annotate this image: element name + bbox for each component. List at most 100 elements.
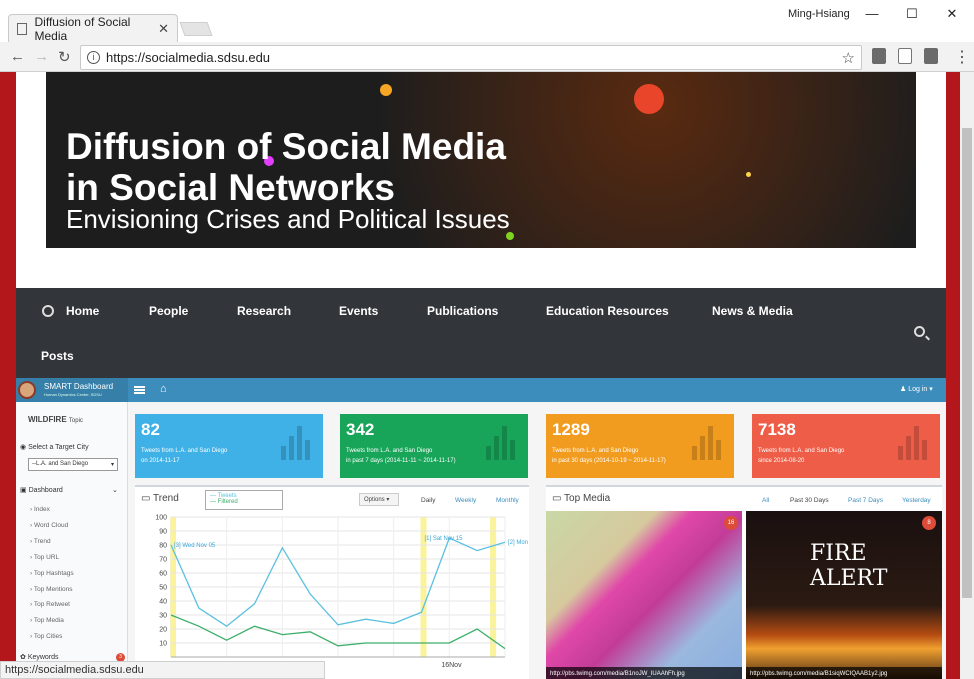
browser-tab[interactable]: Diffusion of Social Media ✕ — [8, 14, 178, 43]
trend-title: ▭ Trend — [141, 493, 179, 504]
menu-icon[interactable]: ⋮ — [954, 47, 970, 67]
main-nav: Home People Research Events Publications… — [16, 288, 946, 378]
nav-posts[interactable]: Posts — [41, 349, 74, 363]
nav-events[interactable]: Events — [339, 304, 378, 318]
tab-past-30-days[interactable]: Past 30 Days — [790, 497, 829, 504]
media-caption[interactable]: http://pbs.twimg.com/media/B1siqWCIQAAB1… — [746, 667, 942, 679]
dashboard-header: SMART Dashboard Human Dynamics Center, S… — [16, 378, 946, 402]
dashboard-menu-heading[interactable]: ▣ Dashboard ⌄ — [20, 486, 118, 494]
sidebar-item-top-mentions[interactable]: › Top Mentions — [30, 586, 73, 593]
forward-icon[interactable]: → — [34, 48, 49, 65]
sidebar-item-top-cities[interactable]: › Top Cities — [30, 633, 62, 640]
network-node — [634, 84, 664, 114]
nav-news-media[interactable]: News & Media — [712, 304, 793, 318]
login-link[interactable]: ♟ Log in ▾ — [900, 385, 933, 393]
tab-yesterday[interactable]: Yesterday — [902, 497, 931, 504]
dashboard-brand-sub: Human Dynamics Center, SDSU — [44, 392, 102, 397]
extension-icon[interactable] — [924, 48, 938, 64]
nav-home[interactable]: Home — [66, 304, 99, 318]
media-image-fire[interactable]: 8 FIRE ALERT http://pbs.twimg.com/media/… — [746, 511, 942, 679]
nav-publications[interactable]: Publications — [427, 304, 498, 318]
y-tick-label: 80 — [159, 543, 167, 550]
media-image-map[interactable]: 16 http://pbs.twimg.com/media/B1noJW_IUA… — [546, 511, 742, 679]
sidebar-item-trend[interactable]: › Trend — [30, 538, 51, 545]
document-extension-icon[interactable] — [898, 48, 912, 64]
scrollbar[interactable] — [960, 72, 974, 679]
tab-all[interactable]: All — [762, 497, 769, 504]
sidebar-item-keywords[interactable]: ✿ Keywords — [20, 653, 59, 661]
profile-name[interactable]: Ming-Hsiang — [788, 8, 850, 20]
address-bar[interactable]: i https://socialmedia.sdsu.edu ☆ — [80, 45, 862, 70]
url-text: https://socialmedia.sdsu.edu — [106, 50, 271, 65]
annotation-label: [2] Mon — [508, 540, 528, 546]
stat-value: 7138 — [758, 420, 796, 439]
y-tick-label: 100 — [155, 515, 167, 522]
info-icon[interactable]: i — [87, 51, 100, 64]
media-caption[interactable]: http://pbs.twimg.com/media/B1noJW_IUAAhF… — [546, 667, 742, 679]
dashboard-logo: SMART Dashboard Human Dynamics Center, S… — [16, 378, 128, 402]
sidebar-item-word-cloud[interactable]: › Word Cloud — [30, 522, 68, 529]
stat-line2: since 2014-08-20 — [758, 458, 805, 464]
close-window-icon[interactable]: ✕ — [942, 6, 962, 22]
new-tab-button[interactable] — [179, 22, 213, 36]
city-label: ◉ Select a Target City — [20, 444, 89, 451]
media-count-badge: 16 — [724, 516, 738, 530]
close-tab-icon[interactable]: ✕ — [158, 21, 169, 37]
y-tick-label: 30 — [159, 613, 167, 620]
chart-legend: — Tweets — Filtered — [205, 490, 283, 510]
tab-past-7-days[interactable]: Past 7 Days — [848, 497, 883, 504]
topic-label: WILDFIRE Topic — [28, 415, 83, 424]
extension-icon[interactable] — [872, 48, 886, 64]
page-border-right — [946, 72, 960, 679]
stat-box-30days: 1289 Tweets from L.A. and San Diego in p… — [546, 414, 734, 478]
trend-panel: ▭ Trend — Tweets — Filtered Options ▾ Da… — [135, 485, 529, 679]
x-tick-label: 16Nov — [441, 662, 462, 669]
sidebar-item-top-media[interactable]: › Top Media — [30, 617, 64, 624]
stat-line2: in past 30 days (2014-10-19 ~ 2014-11-17… — [552, 458, 666, 464]
browser-titlebar: Diffusion of Social Media ✕ Ming-Hsiang … — [0, 0, 974, 43]
tab-weekly[interactable]: Weekly — [455, 497, 476, 504]
sidebar-item-index[interactable]: › Index — [30, 506, 50, 513]
stat-value: 82 — [141, 420, 160, 439]
dashboard-screenshot: SMART Dashboard Human Dynamics Center, S… — [16, 378, 946, 679]
bar-chart-icon — [281, 426, 315, 460]
nav-people[interactable]: People — [149, 304, 188, 318]
tab-title: Diffusion of Social Media — [34, 14, 131, 43]
bookmark-star-icon[interactable]: ☆ — [842, 49, 855, 67]
home-icon[interactable]: ⌂ — [160, 383, 167, 395]
y-tick-label: 60 — [159, 571, 167, 578]
sidebar-item-top-retweet[interactable]: › Top Retweet — [30, 601, 70, 608]
tab-monthly[interactable]: Monthly — [496, 497, 519, 504]
stat-box-today: 82 Tweets from L.A. and San Diego on 201… — [135, 414, 323, 478]
bar-chart-icon — [898, 426, 932, 460]
y-tick-label: 40 — [159, 599, 167, 606]
banner-title: Diffusion of Social Media in Social Netwo… — [66, 126, 506, 208]
y-tick-label: 10 — [159, 641, 167, 648]
stat-line1: Tweets from L.A. and San Diego — [141, 448, 228, 454]
reload-icon[interactable]: ↻ — [58, 48, 71, 66]
nav-research[interactable]: Research — [237, 304, 291, 318]
stat-value: 342 — [346, 420, 375, 439]
stat-line2: on 2014-11-17 — [141, 458, 180, 464]
scrollbar-thumb[interactable] — [962, 128, 972, 598]
options-dropdown[interactable]: Options ▾ — [359, 493, 399, 506]
city-select[interactable]: --L.A. and San Diego ▾ — [28, 458, 118, 471]
nav-education-resources[interactable]: Education Resources — [546, 304, 669, 318]
stat-line1: Tweets from L.A. and San Diego — [758, 448, 845, 454]
stat-line2: in past 7 days (2014-11-11 ~ 2014-11-17) — [346, 458, 456, 464]
dashboard-sidebar: WILDFIRE Topic ◉ Select a Target City --… — [16, 402, 128, 679]
dashboard-brand: SMART Dashboard — [44, 382, 114, 391]
hamburger-icon[interactable] — [134, 386, 145, 394]
tab-daily[interactable]: Daily — [421, 497, 435, 504]
trend-chart: 10 20 30 40 50 60 70 80 90 100 [3] Wed Nov 05 [1] S… — [155, 515, 528, 670]
top-media-panel: ▭ Top Media All Past 30 Days Past 7 Days… — [546, 485, 942, 679]
sidebar-item-top-hashtags[interactable]: › Top Hashtags — [30, 570, 74, 577]
y-tick-label: 50 — [159, 585, 167, 592]
y-tick-label: 90 — [159, 529, 167, 536]
minimize-icon[interactable]: — — [862, 6, 882, 21]
back-icon[interactable]: ← — [10, 48, 25, 65]
maximize-icon[interactable]: ☐ — [902, 6, 922, 22]
sidebar-item-top-url[interactable]: › Top URL — [30, 554, 59, 561]
search-icon[interactable] — [914, 326, 925, 337]
bar-chart-icon — [486, 426, 520, 460]
